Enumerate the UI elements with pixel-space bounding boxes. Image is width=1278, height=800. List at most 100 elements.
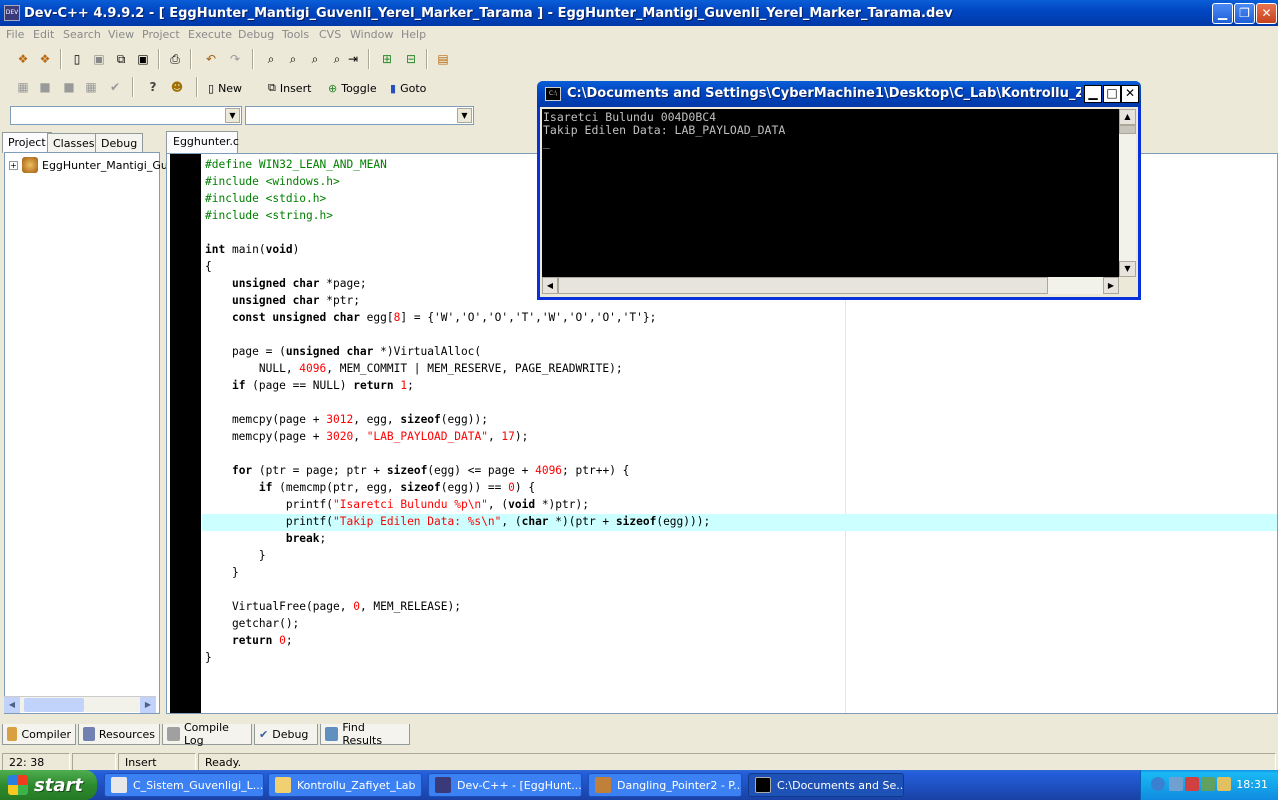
replace-icon[interactable]: ⌕ — [306, 50, 324, 68]
scroll-up-icon[interactable]: ▲ — [1119, 109, 1136, 125]
about-icon[interactable]: ☻ — [168, 78, 186, 96]
taskbar-item-console[interactable]: C:\Documents and Se... — [748, 773, 904, 797]
find-icon[interactable]: ⌕ — [262, 50, 280, 68]
chevron-down-icon[interactable]: ▼ — [457, 108, 472, 123]
help-icon[interactable]: ? — [144, 78, 162, 96]
devcpp-app-icon[interactable]: DEV — [4, 5, 20, 21]
console-icon[interactable]: C:\ — [545, 87, 561, 101]
insert-button[interactable]: ⧉ Insert — [268, 79, 311, 97]
code-line[interactable]: if (memcmp(ptr, egg, sizeof(egg)) == 0) … — [205, 479, 710, 496]
console-close-button[interactable]: ✕ — [1121, 85, 1139, 103]
chevron-down-icon[interactable]: ▼ — [225, 108, 240, 123]
new-class-button[interactable]: ▯ New — [208, 79, 242, 97]
print-icon[interactable]: ⎙ — [166, 50, 184, 68]
code-line[interactable]: page = (unsigned char *)VirtualAlloc( — [205, 343, 710, 360]
find-next-icon[interactable]: ⌕ — [284, 50, 302, 68]
console-output[interactable]: Isaretci Bulundu 004D0BC4 Takip Edilen Da… — [542, 109, 1119, 277]
code-line[interactable]: } — [205, 564, 710, 581]
tab-resources[interactable]: Resources — [78, 724, 160, 745]
class-combo[interactable]: ▼ — [10, 106, 242, 125]
taskbar-item-folder[interactable]: Kontrollu_Zafiyet_Lab — [268, 773, 422, 797]
menu-cvs[interactable]: CVS — [319, 28, 341, 41]
scroll-right-icon[interactable]: ▶ — [1103, 277, 1119, 294]
tab-debug-output[interactable]: ✔ Debug — [254, 724, 318, 745]
console-window[interactable]: C:\ C:\Documents and Settings\CyberMachi… — [537, 81, 1141, 300]
scroll-down-icon[interactable]: ▼ — [1119, 261, 1136, 277]
project-tree[interactable]: + EggHunter_Mantigi_Gu — [4, 152, 168, 714]
open-project-icon[interactable]: ❖ — [36, 50, 54, 68]
tab-compile-log[interactable]: Compile Log — [162, 721, 252, 747]
goto-bookmark-button[interactable]: ▮ Goto — [390, 79, 426, 97]
menu-tools[interactable]: Tools — [282, 28, 309, 41]
scroll-left-icon[interactable]: ◀ — [542, 277, 558, 294]
run-icon[interactable]: ■ — [36, 78, 54, 96]
console-vertical-scrollbar[interactable]: ▲ ▼ — [1119, 109, 1136, 277]
tab-find-results[interactable]: Find Results — [320, 721, 410, 747]
scroll-thumb[interactable] — [558, 277, 1048, 294]
code-line[interactable]: VirtualFree(page, 0, MEM_RELEASE); — [205, 598, 710, 615]
clock[interactable]: 18:31 — [1236, 778, 1268, 791]
undo-icon[interactable]: ↶ — [202, 50, 220, 68]
editor-tab-egghunter[interactable]: Egghunter.c — [166, 131, 239, 153]
compile-run-icon[interactable]: ■ — [60, 78, 78, 96]
network-icon[interactable] — [1169, 777, 1183, 791]
restore-button[interactable]: ❐ — [1234, 3, 1255, 24]
code-line[interactable]: const unsigned char egg[8] = {'W','O','O… — [205, 309, 710, 326]
code-line[interactable] — [205, 581, 710, 598]
tab-project[interactable]: Project — [2, 132, 52, 153]
expand-icon[interactable]: + — [9, 160, 18, 170]
console-minimize-button[interactable]: ▁ — [1084, 85, 1102, 103]
menu-window[interactable]: Window — [350, 28, 393, 41]
code-line[interactable]: if (page == NULL) return 1; — [205, 377, 710, 394]
taskbar-item-pdf[interactable]: C_Sistem_Guvenligi_L... — [104, 773, 264, 797]
code-line[interactable] — [205, 394, 710, 411]
console-horizontal-scrollbar[interactable]: ◀ ▶ — [542, 277, 1119, 294]
main-title-bar[interactable]: DEV Dev-C++ 4.9.9.2 - [ EggHunter_Mantig… — [0, 0, 1278, 26]
tree-item-project[interactable]: + EggHunter_Mantigi_Gu — [9, 157, 168, 173]
save-all-icon[interactable]: ⧉ — [112, 50, 130, 68]
menu-search[interactable]: Search — [63, 28, 101, 41]
code-line[interactable]: getchar(); — [205, 615, 710, 632]
compile-icon[interactable]: ▦ — [14, 78, 32, 96]
tab-debug[interactable]: Debug — [95, 133, 144, 152]
security-alert-icon[interactable] — [1185, 777, 1199, 791]
indent-icon[interactable]: ⇥ — [344, 50, 362, 68]
menu-view[interactable]: View — [108, 28, 134, 41]
code-line[interactable]: NULL, 4096, MEM_COMMIT | MEM_RESERVE, PA… — [205, 360, 710, 377]
menu-execute[interactable]: Execute — [188, 28, 232, 41]
close-button[interactable]: ✕ — [1256, 3, 1277, 24]
taskbar-item-devcpp[interactable]: Dev-C++ - [EggHunt... — [428, 773, 582, 797]
code-line[interactable]: printf("Isaretci Bulundu %p\n", (void *)… — [205, 496, 710, 513]
tab-classes[interactable]: Classes — [47, 133, 101, 152]
scroll-thumb[interactable] — [1119, 125, 1136, 134]
rebuild-icon[interactable]: ▦ — [82, 78, 100, 96]
scroll-left-icon[interactable]: ◀ — [4, 697, 20, 713]
redo-icon[interactable]: ↷ — [226, 50, 244, 68]
project-options-icon[interactable]: ▤ — [434, 50, 452, 68]
volume-icon[interactable] — [1201, 777, 1215, 791]
code-line[interactable]: } — [205, 547, 710, 564]
menu-file[interactable]: File — [6, 28, 24, 41]
code-line[interactable]: break; — [205, 530, 710, 547]
tray-arrow-icon[interactable] — [1151, 777, 1165, 791]
code-line[interactable]: } — [205, 649, 710, 666]
tab-compiler[interactable]: Compiler — [2, 724, 76, 745]
tray-app-icon[interactable] — [1217, 777, 1231, 791]
menu-debug[interactable]: Debug — [238, 28, 274, 41]
code-line[interactable]: return 0; — [205, 632, 710, 649]
remove-from-project-icon[interactable]: ⊟ — [402, 50, 420, 68]
toggle-bookmark-button[interactable]: ⊕ Toggle — [328, 79, 377, 97]
taskbar-item-dangling[interactable]: Dangling_Pointer2 - P... — [588, 773, 742, 797]
start-button[interactable]: start — [0, 770, 97, 800]
menu-help[interactable]: Help — [401, 28, 426, 41]
menu-project[interactable]: Project — [142, 28, 180, 41]
check-syntax-icon[interactable]: ✔ — [106, 78, 124, 96]
close-file-icon[interactable]: ▣ — [134, 50, 152, 68]
console-title-bar[interactable]: C:\ C:\Documents and Settings\CyberMachi… — [537, 81, 1141, 107]
code-line[interactable]: memcpy(page + 3012, egg, sizeof(egg)); — [205, 411, 710, 428]
scroll-thumb[interactable] — [24, 698, 84, 712]
project-tree-scrollbar[interactable]: ◀ ▶ — [4, 696, 156, 713]
menu-edit[interactable]: Edit — [33, 28, 54, 41]
minimize-button[interactable]: ▁ — [1212, 3, 1233, 24]
code-line[interactable] — [205, 326, 710, 343]
